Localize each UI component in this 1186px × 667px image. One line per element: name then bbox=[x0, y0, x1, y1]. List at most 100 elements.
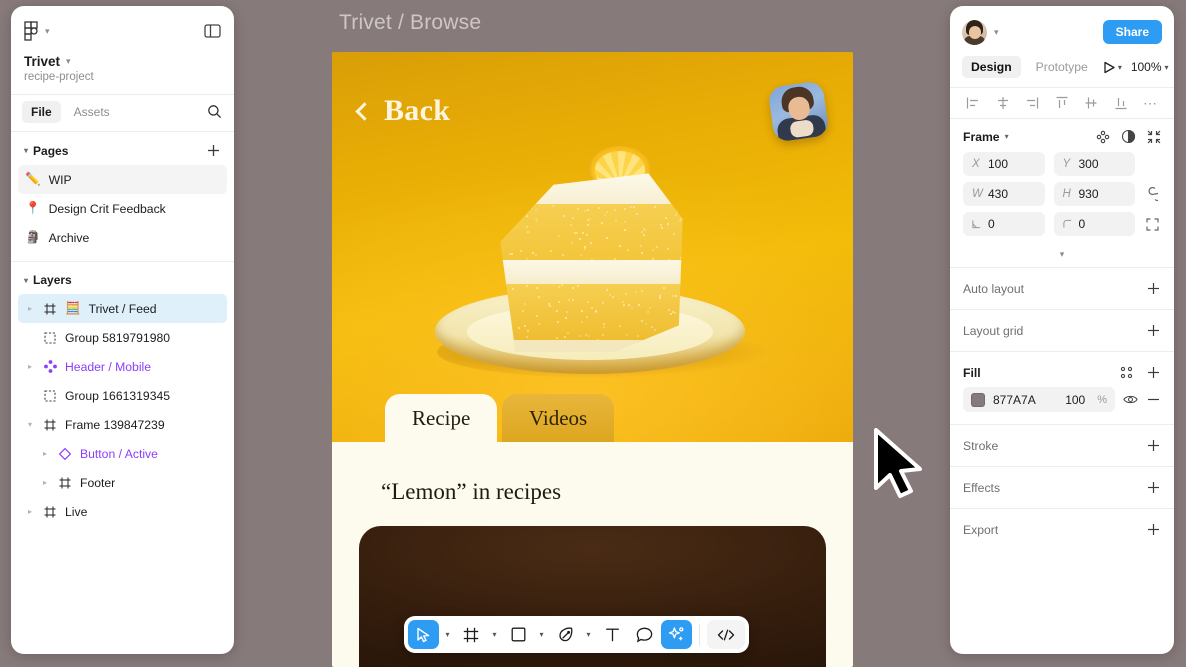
user-avatar[interactable] bbox=[962, 20, 987, 45]
plus-icon[interactable] bbox=[1146, 480, 1161, 495]
pen-tool[interactable] bbox=[550, 620, 580, 649]
constrain-proportions-icon[interactable] bbox=[1144, 187, 1161, 201]
plus-icon[interactable] bbox=[1146, 323, 1161, 338]
file-name-row[interactable]: Trivet ▾ bbox=[11, 48, 234, 69]
more-options-icon[interactable]: ⋯ bbox=[1143, 99, 1158, 107]
fill-color-field[interactable]: 877A7A 100 % bbox=[963, 387, 1115, 412]
stroke-title: Stroke bbox=[963, 439, 998, 453]
chevron-right-icon[interactable]: ▸ bbox=[25, 507, 35, 516]
minus-icon[interactable] bbox=[1146, 392, 1161, 407]
comment-tool[interactable] bbox=[629, 620, 659, 649]
chevron-down-icon[interactable]: ▾ bbox=[488, 630, 501, 639]
layers-title: Layers bbox=[33, 273, 72, 287]
chevron-down-icon[interactable]: ▾ bbox=[994, 27, 999, 38]
eye-icon[interactable] bbox=[1123, 392, 1138, 407]
chevron-down-icon[interactable]: ▾ bbox=[1118, 63, 1122, 72]
fill-opacity-value: 100 bbox=[1065, 393, 1085, 407]
layer-row-header-mobile[interactable]: ▸ Header / Mobile bbox=[18, 352, 227, 381]
actions-tool[interactable] bbox=[661, 620, 692, 649]
arrow-cursor bbox=[872, 428, 926, 502]
chevron-down-icon[interactable]: ▾ bbox=[535, 630, 548, 639]
chevron-down-icon[interactable]: ▾ bbox=[66, 56, 71, 67]
avatar[interactable] bbox=[767, 80, 829, 142]
chevron-right-icon[interactable]: ▸ bbox=[25, 362, 35, 371]
corner-radius-field[interactable]: 0 bbox=[1054, 212, 1136, 236]
layers-section-header[interactable]: ▾ Layers bbox=[11, 262, 234, 294]
plus-icon[interactable] bbox=[1146, 281, 1161, 296]
chevron-right-icon[interactable]: ▸ bbox=[25, 304, 35, 313]
share-button[interactable]: Share bbox=[1103, 20, 1162, 44]
frame-icon bbox=[58, 477, 72, 489]
tab-file[interactable]: File bbox=[22, 101, 61, 123]
zoom-control[interactable]: 100% ▾ bbox=[1131, 60, 1169, 74]
color-swatch[interactable] bbox=[971, 393, 985, 407]
chevron-down-icon[interactable]: ▾ bbox=[24, 146, 28, 155]
chevron-down-icon[interactable]: ▾ bbox=[582, 630, 595, 639]
independent-corners-icon[interactable] bbox=[1144, 218, 1161, 231]
chevron-down-icon[interactable]: ▾ bbox=[1005, 132, 1009, 141]
page-item-design-crit-feedback[interactable]: 📍 Design Crit Feedback bbox=[18, 194, 227, 223]
text-tool[interactable] bbox=[597, 620, 627, 649]
file-assets-tabs: File Assets bbox=[11, 94, 234, 132]
design-frame[interactable]: Back Videos Recipe “Lemon” in recipes bbox=[332, 52, 853, 667]
layer-row-group-5819791980[interactable]: Group 5819791980 bbox=[18, 323, 227, 352]
align-top-icon[interactable] bbox=[1055, 96, 1069, 110]
pages-section-header[interactable]: ▾ Pages bbox=[11, 132, 234, 165]
figma-logo-icon[interactable] bbox=[24, 21, 39, 41]
dev-mode-toggle[interactable] bbox=[707, 620, 745, 649]
tab-design[interactable]: Design bbox=[962, 56, 1021, 78]
height-field[interactable]: H 930 bbox=[1054, 182, 1136, 206]
layer-row-frame-139847239[interactable]: ▾ Frame 139847239 bbox=[18, 410, 227, 439]
frame-tool[interactable] bbox=[456, 620, 486, 649]
plus-icon[interactable] bbox=[1146, 365, 1161, 380]
tab-recipe[interactable]: Recipe bbox=[385, 394, 497, 442]
styles-icon[interactable] bbox=[1120, 366, 1133, 379]
y-field[interactable]: Y 300 bbox=[1054, 152, 1136, 176]
align-vertical-center-icon[interactable] bbox=[1084, 96, 1098, 110]
plus-icon[interactable] bbox=[206, 143, 221, 158]
rotation-field[interactable]: 0 bbox=[963, 212, 1045, 236]
file-name: Trivet bbox=[24, 54, 60, 69]
chevron-down-icon[interactable]: ▾ bbox=[441, 630, 454, 639]
chevron-down-icon[interactable]: ▾ bbox=[1165, 63, 1169, 72]
x-field[interactable]: X 100 bbox=[963, 152, 1045, 176]
back-button[interactable]: Back bbox=[358, 94, 450, 128]
page-item-archive[interactable]: 🗿 Archive bbox=[18, 223, 227, 252]
move-tool[interactable] bbox=[408, 620, 439, 649]
align-bottom-icon[interactable] bbox=[1114, 96, 1128, 110]
align-right-icon[interactable] bbox=[1025, 96, 1039, 110]
chevron-right-icon[interactable]: ▸ bbox=[40, 449, 50, 458]
width-field[interactable]: W 430 bbox=[963, 182, 1045, 206]
shape-tool[interactable] bbox=[503, 620, 533, 649]
page-label: Archive bbox=[49, 231, 90, 245]
tab-assets[interactable]: Assets bbox=[65, 101, 119, 123]
collapse-corners-icon[interactable] bbox=[1147, 130, 1161, 144]
layer-row-group-1661319345[interactable]: Group 1661319345 bbox=[18, 381, 227, 410]
page-item-wip[interactable]: ✏️ WIP bbox=[18, 165, 227, 194]
fill-title: Fill bbox=[963, 366, 981, 380]
tab-prototype[interactable]: Prototype bbox=[1027, 56, 1097, 78]
align-horizontal-center-icon[interactable] bbox=[996, 96, 1010, 110]
recipe-tabs[interactable]: Videos Recipe bbox=[332, 380, 853, 442]
left-sidebar: ▾ Trivet ▾ recipe-project File Assets ▾ … bbox=[11, 6, 234, 654]
expand-more-properties[interactable]: ▾ bbox=[950, 247, 1174, 267]
layer-row-live[interactable]: ▸ Live bbox=[18, 497, 227, 526]
plus-icon[interactable] bbox=[1146, 522, 1161, 537]
export-title: Export bbox=[963, 523, 998, 537]
layer-row-trivet-feed[interactable]: ▸ 🧮 Trivet / Feed bbox=[18, 294, 227, 323]
tab-videos[interactable]: Videos bbox=[502, 394, 614, 442]
chevron-down-icon[interactable]: ▾ bbox=[24, 276, 28, 285]
sidebar-toggle-icon[interactable] bbox=[204, 24, 221, 38]
search-icon[interactable] bbox=[207, 104, 222, 119]
chevron-down-icon[interactable]: ▾ bbox=[45, 26, 50, 37]
chevron-right-icon[interactable]: ▸ bbox=[40, 478, 50, 487]
tidy-up-icon[interactable] bbox=[1096, 130, 1110, 144]
chevron-down-icon[interactable]: ▾ bbox=[25, 420, 35, 429]
play-icon[interactable]: ▾ bbox=[1103, 61, 1122, 74]
plus-icon[interactable] bbox=[1146, 438, 1161, 453]
align-left-icon[interactable] bbox=[966, 96, 980, 110]
half-circle-icon[interactable] bbox=[1121, 129, 1136, 144]
layer-row-footer[interactable]: ▸ Footer bbox=[18, 468, 227, 497]
align-toolbar: ⋯ bbox=[950, 88, 1174, 119]
layer-row-button-active[interactable]: ▸ Button / Active bbox=[18, 439, 227, 468]
